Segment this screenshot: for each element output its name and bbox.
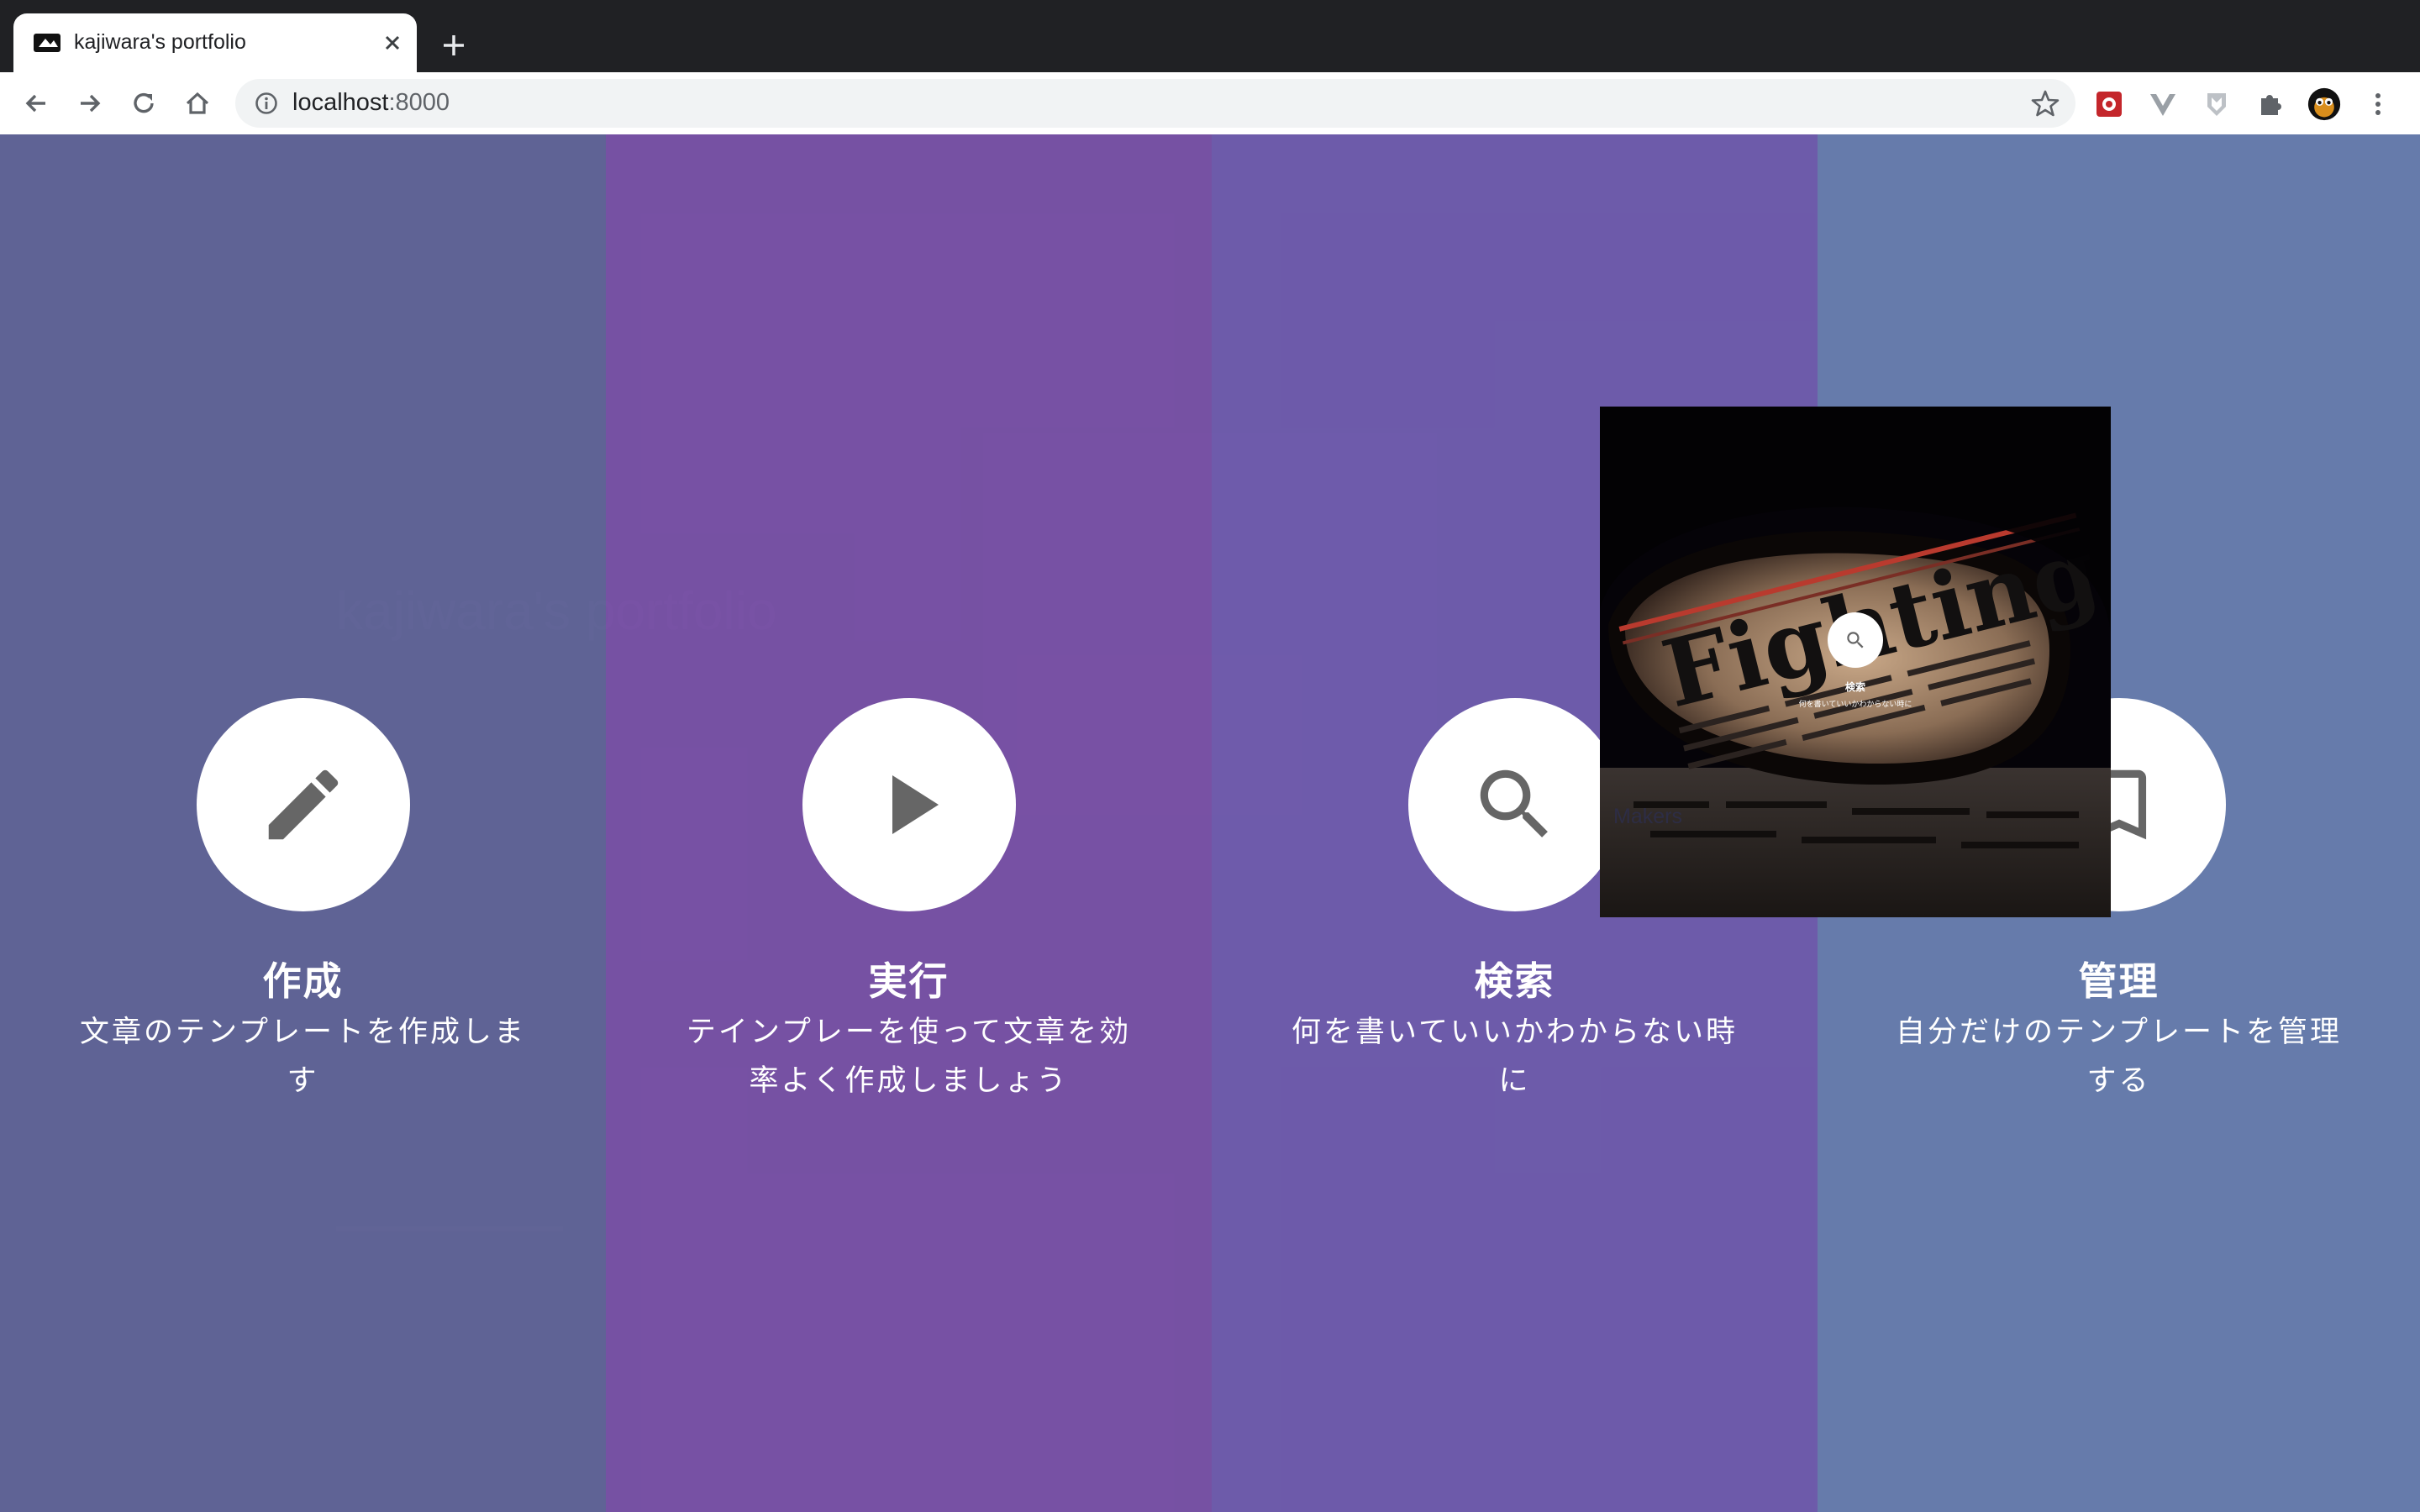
- preview-caption: Makers: [1613, 805, 1682, 828]
- puzzle-icon: [2261, 95, 2281, 115]
- feature-description: 文章のテンプレートを作成しま す: [80, 1016, 526, 1098]
- pencil-icon: [268, 769, 338, 840]
- feature-description: 自分だけのテンプレートを管理 する: [1896, 1016, 2342, 1098]
- reload-button[interactable]: [124, 84, 163, 123]
- profile-button[interactable]: [2307, 87, 2341, 121]
- avatar: [2307, 87, 2341, 121]
- red-extension-icon: [2096, 92, 2122, 117]
- back-button[interactable]: [17, 84, 55, 123]
- feature-icon-circle: [196, 698, 410, 911]
- search-icon: [1480, 769, 1548, 837]
- site-info-icon[interactable]: [254, 91, 279, 116]
- site-favicon-icon: [34, 34, 60, 52]
- feature-description: 何を書いていいかわからない時 に: [1292, 1016, 1738, 1098]
- preview-mini-desc: 何を書いていいかわからない時に: [1799, 699, 1912, 709]
- close-tab-icon[interactable]: [380, 30, 405, 55]
- feature-icon-circle: [802, 698, 1016, 911]
- preview-mini-title: 検索: [1845, 680, 1865, 693]
- feature-title: 検索: [1474, 958, 1555, 1004]
- arrow-right-icon: [81, 94, 101, 113]
- bookmark-star-icon[interactable]: [2030, 88, 2060, 118]
- play-icon: [892, 775, 939, 834]
- glasses-newspaper-photo: Fighting 検索 何を書いていいかわからない時に: [1600, 407, 2111, 917]
- home-button[interactable]: [178, 84, 217, 123]
- browser-toolbar: localhost:8000: [0, 72, 2420, 134]
- new-tab-icon[interactable]: [437, 29, 471, 62]
- extension-vue-button[interactable]: [2146, 87, 2180, 121]
- extension-red-button[interactable]: [2092, 87, 2126, 121]
- feature-card-create[interactable]: 作成 文章のテンプレートを作成しま す: [0, 134, 606, 1512]
- home-icon: [186, 92, 209, 114]
- url-host: localhost: [292, 89, 389, 116]
- feature-title: 管理: [2078, 958, 2160, 1004]
- feature-title: 作成: [262, 958, 344, 1004]
- hover-preview-image: Fighting 検索 何を書いていいかわからない時に: [1600, 407, 2111, 917]
- browser-tab[interactable]: kajiwara's portfolio: [13, 13, 417, 72]
- tab-title: kajiwara's portfolio: [74, 30, 246, 54]
- shield-extension-icon: [2207, 93, 2226, 116]
- page-viewport: kajiwara's portfolio 作成 文章のテンプレートを作成しま す…: [0, 134, 2420, 1512]
- browser-menu-button[interactable]: [2361, 87, 2395, 121]
- feature-description: テインプレーを使って文章を効 率よく作成しましょう: [686, 1016, 1132, 1098]
- feature-title: 実行: [868, 958, 950, 1004]
- reload-icon: [134, 92, 154, 113]
- vue-devtools-icon: [2150, 94, 2175, 116]
- address-bar[interactable]: localhost:8000: [235, 79, 2075, 128]
- url-text: localhost:8000: [292, 89, 450, 117]
- extension-shield-button[interactable]: [2200, 87, 2233, 121]
- url-port: :8000: [388, 89, 450, 116]
- forward-button[interactable]: [71, 84, 109, 123]
- feature-card-run[interactable]: 実行 テインプレーを使って文章を効 率よく作成しましょう: [606, 134, 1212, 1512]
- feature-icon-circle: [1407, 698, 1622, 911]
- extensions-menu-button[interactable]: [2254, 87, 2287, 121]
- arrow-left-icon: [25, 94, 45, 113]
- more-vert-icon: [2375, 93, 2381, 115]
- tab-strip: kajiwara's portfolio: [0, 0, 2420, 72]
